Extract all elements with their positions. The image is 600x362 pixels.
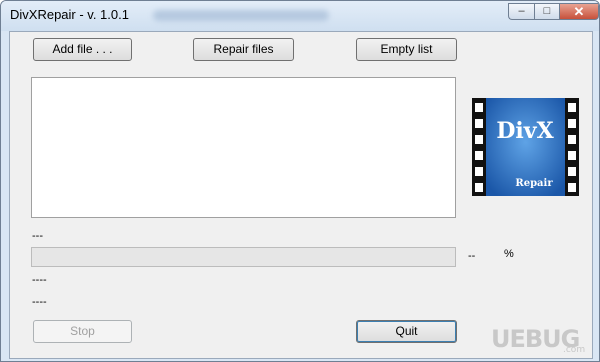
progress-bar <box>31 247 456 267</box>
client-area: Add file . . . Repair files Empty list D… <box>9 31 593 359</box>
status-line-3: ---- <box>32 296 47 308</box>
file-list[interactable] <box>31 77 456 218</box>
site-watermark: UEBUG .com <box>471 321 593 359</box>
logo-text: DivX <box>496 118 554 144</box>
repair-files-button[interactable]: Repair files <box>193 38 294 61</box>
title-bar[interactable]: DivXRepair - v. 1.0.1 – □ ✕ <box>1 1 599 31</box>
empty-list-button[interactable]: Empty list <box>356 38 457 61</box>
blurred-title-region <box>153 10 329 21</box>
add-file-button[interactable]: Add file . . . <box>33 38 132 61</box>
status-line-1: --- <box>32 230 43 242</box>
window-title: DivXRepair - v. 1.0.1 <box>10 7 129 22</box>
maximize-icon: □ <box>543 5 551 17</box>
quit-button[interactable]: Quit <box>356 320 457 343</box>
maximize-button[interactable]: □ <box>534 3 559 20</box>
logo-subtext: Repair <box>515 178 553 189</box>
minimize-icon: – <box>518 5 525 17</box>
stop-button[interactable]: Stop <box>33 320 132 343</box>
close-icon: ✕ <box>573 4 585 19</box>
divx-repair-logo: DivX Repair <box>472 98 579 196</box>
status-line-2: ---- <box>32 274 47 286</box>
close-button[interactable]: ✕ <box>559 3 599 20</box>
progress-value: -- <box>468 250 476 262</box>
minimize-button[interactable]: – <box>508 3 534 20</box>
app-window: DivXRepair - v. 1.0.1 – □ ✕ Add file . .… <box>0 0 600 362</box>
watermark-subtext: .com <box>563 345 586 355</box>
progress-unit: % <box>504 248 514 260</box>
